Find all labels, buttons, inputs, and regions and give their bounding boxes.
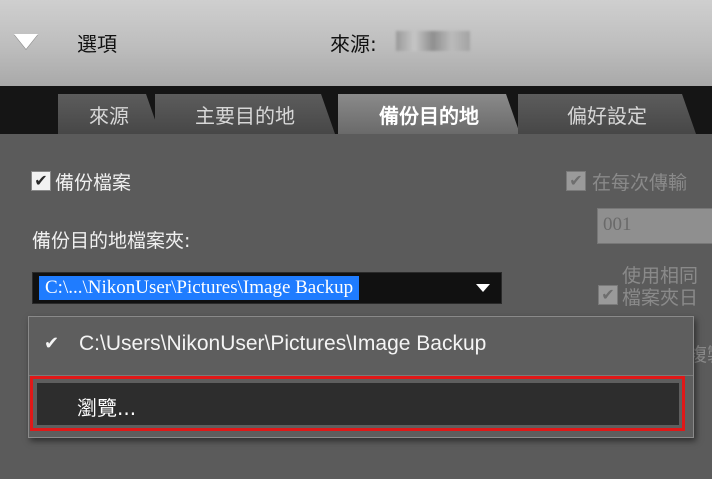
backup-folder-label: 備份目的地檔案夾:: [32, 230, 191, 252]
tab-primary-destination[interactable]: 主要目的地: [155, 94, 335, 134]
chevron-down-icon: [476, 284, 490, 292]
dropdown-item-current-folder-label: C:\Users\NikonUser\Pictures\Image Backup: [79, 332, 487, 355]
tab-source-label: 來源: [89, 103, 129, 128]
panel-title: 選項: [77, 32, 117, 56]
sequence-number-field[interactable]: 001: [597, 208, 712, 244]
each-transfer-label: 在每次傳輸: [592, 172, 688, 194]
use-same-folder-checkbox[interactable]: ✔: [598, 285, 618, 305]
panel-header: 選項 來源:: [0, 0, 712, 86]
use-same-folder-label-line2: 檔案夾日: [622, 287, 699, 309]
dropdown-item-current-folder[interactable]: ✔ C:\Users\NikonUser\Pictures\Image Back…: [29, 323, 693, 369]
backup-files-checkbox[interactable]: ✔: [31, 171, 51, 191]
each-transfer-checkbox[interactable]: ✔: [566, 171, 586, 191]
tab-source[interactable]: 來源: [58, 94, 160, 134]
tab-primary-destination-label: 主要目的地: [195, 103, 295, 128]
backup-files-label: 備份檔案: [55, 172, 132, 194]
tab-backup-destination-label: 備份目的地: [379, 103, 479, 128]
browse-highlight-box: [30, 376, 685, 431]
dropdown-arrow-button[interactable]: [468, 272, 498, 302]
collapse-triangle-icon[interactable]: [14, 34, 38, 49]
use-same-folder-label-line1: 使用相同: [622, 265, 699, 287]
tab-backup-destination[interactable]: 備份目的地: [338, 94, 520, 134]
tab-preferences[interactable]: 偏好設定: [518, 94, 696, 134]
use-same-folder-label: 使用相同 檔案夾日: [622, 265, 698, 309]
backup-folder-value: C:\...\NikonUser\Pictures\Image Backup: [39, 276, 360, 300]
tab-preferences-label: 偏好設定: [567, 103, 647, 128]
backup-folder-dropdown[interactable]: C:\...\NikonUser\Pictures\Image Backup: [32, 272, 502, 304]
tab-strip: 來源 主要目的地 備份目的地 偏好設定: [0, 86, 712, 134]
options-panel: 選項 來源: 來源 主要目的地 備份目的地 偏好設定 ✔ 備份檔案 ✔ 在每次傳…: [0, 0, 712, 479]
source-name-redacted: [396, 31, 470, 51]
sequence-number-value: 001: [603, 214, 632, 235]
checkmark-icon: ✔: [44, 333, 60, 354]
source-label: 來源:: [330, 32, 377, 56]
